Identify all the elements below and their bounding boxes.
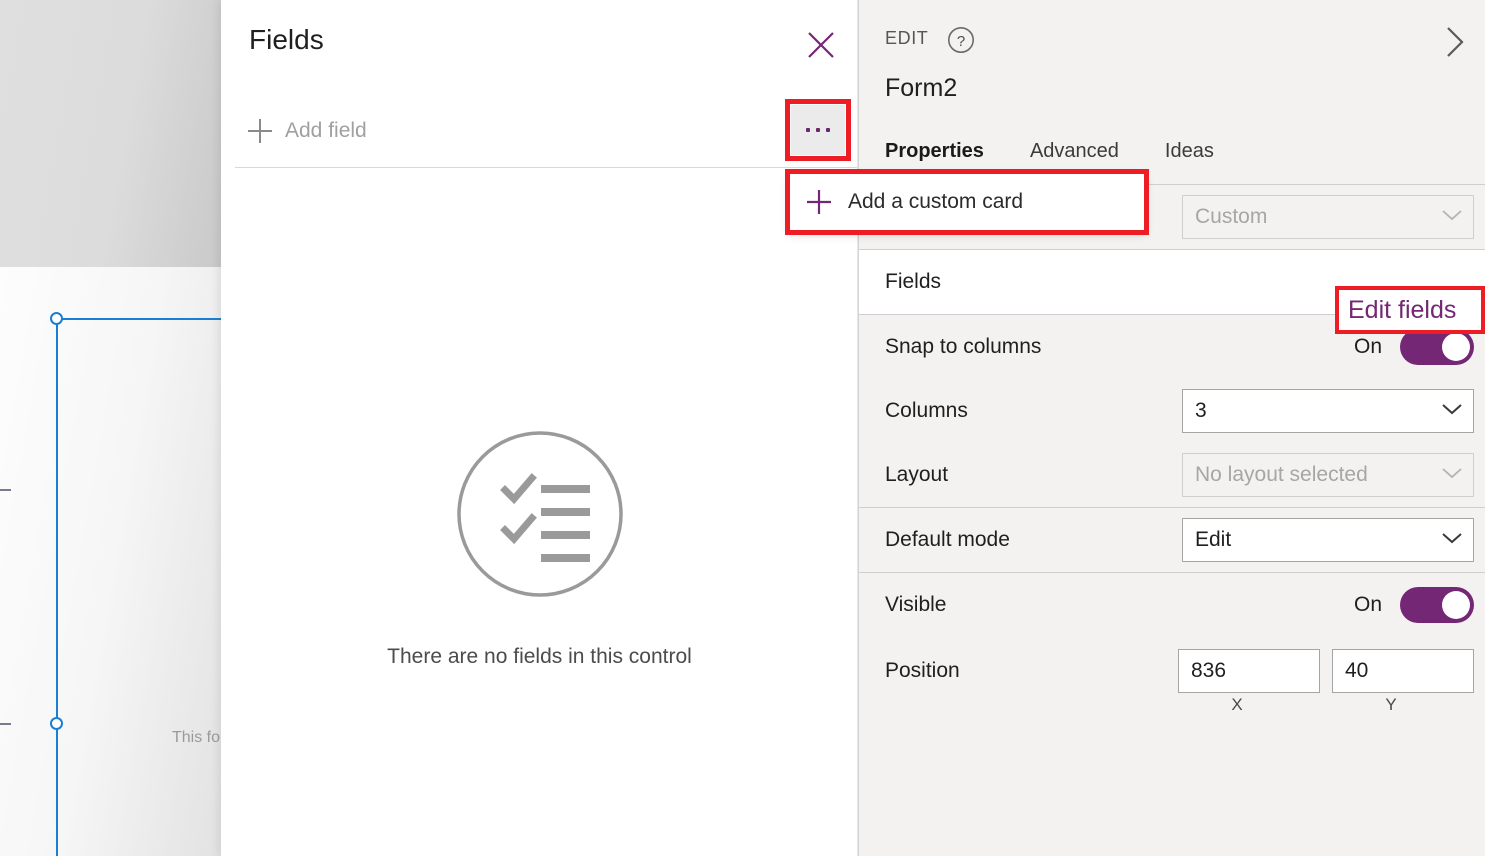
chevron-right-icon[interactable] <box>1434 22 1474 62</box>
plus-icon <box>790 187 848 217</box>
add-field-button[interactable]: Add field <box>235 104 843 158</box>
tab-properties[interactable]: Properties <box>885 140 984 169</box>
property-row-columns: Columns 3 <box>859 379 1485 443</box>
ellipsis-icon <box>816 128 820 132</box>
help-circle-icon[interactable]: ? <box>947 26 975 59</box>
layout-value: No layout selected <box>1195 463 1368 486</box>
svg-text:?: ? <box>957 33 965 50</box>
app-root: This fo Fields Add field There are no fi… <box>0 0 1485 856</box>
property-control-snap-to-columns: On <box>1354 329 1485 365</box>
position-x-input[interactable]: 836 <box>1178 649 1320 693</box>
position-x-axis-label: X <box>1231 695 1243 714</box>
fields-overflow-button[interactable] <box>791 105 845 155</box>
property-label-columns: Columns <box>885 399 968 422</box>
close-icon[interactable] <box>791 16 851 74</box>
properties-list: Data source Custom <box>859 184 1485 856</box>
property-control-data-source: Custom <box>1182 195 1485 239</box>
selection-frame-top <box>56 318 221 320</box>
plus-icon <box>235 117 285 145</box>
canvas-top-strip <box>0 0 221 267</box>
tab-ideas[interactable]: Ideas <box>1165 140 1214 169</box>
property-row-default-mode: Default mode Edit <box>859 508 1485 572</box>
property-row-position: Position 836 40 X Y <box>859 637 1485 723</box>
property-control-layout: No layout selected <box>1182 453 1485 497</box>
toggle-knob <box>1442 591 1470 619</box>
data-source-value: Custom <box>1195 205 1268 228</box>
checklist-icon <box>456 430 624 603</box>
fields-empty-state: There are no fields in this control <box>221 430 858 669</box>
default-mode-dropdown[interactable]: Edit <box>1182 518 1474 562</box>
selection-frame-left <box>56 319 58 856</box>
pane-mode-label: EDIT <box>885 28 929 48</box>
selected-control-name: Form2 <box>885 74 958 102</box>
add-field-label: Add field <box>285 119 367 142</box>
add-custom-card-menu: Add a custom card <box>790 174 1144 230</box>
visible-toggle[interactable] <box>1400 587 1474 623</box>
add-custom-card-menu-item[interactable]: Add a custom card <box>848 190 1023 214</box>
canvas-form-hint: This fo <box>172 729 221 746</box>
chevron-down-icon <box>1441 531 1463 550</box>
chevron-down-icon <box>1441 466 1463 485</box>
position-y-input[interactable]: 40 <box>1332 649 1474 693</box>
ellipsis-icon <box>806 128 810 132</box>
chevron-down-icon <box>1441 402 1463 421</box>
property-group-columns: Snap to columns On Columns 3 Layout No l… <box>859 314 1485 507</box>
toggle-knob <box>1442 333 1470 361</box>
columns-dropdown[interactable]: 3 <box>1182 389 1474 433</box>
fields-panel: Fields Add field There are no fields in … <box>221 0 858 856</box>
edit-fields-link-emphasis[interactable]: Edit fields <box>1348 296 1456 325</box>
property-control-visible: On <box>1354 587 1485 623</box>
columns-value: 3 <box>1195 399 1207 422</box>
canvas-ruler-tick <box>0 489 11 491</box>
position-y-axis-label: Y <box>1385 695 1397 714</box>
fields-panel-divider <box>235 167 857 168</box>
property-label-snap-to-columns: Snap to columns <box>885 335 1042 358</box>
properties-pane: EDIT ? Form2 Properties Advanced Ideas C… <box>858 0 1485 856</box>
fields-empty-message: There are no fields in this control <box>387 645 692 668</box>
canvas-ruler-tick <box>0 723 11 725</box>
property-group-layout-position: Visible On Position 836 40 X Y <box>859 572 1485 723</box>
property-label-visible: Visible <box>885 593 947 616</box>
property-row-layout: Layout No layout selected <box>859 443 1485 507</box>
position-axis-labels: X Y <box>1166 695 1474 715</box>
property-control-columns: 3 <box>1182 389 1485 433</box>
default-mode-value: Edit <box>1195 528 1232 551</box>
selection-handle-middle-left[interactable] <box>50 717 63 730</box>
property-label-default-mode: Default mode <box>885 528 1010 551</box>
chevron-down-icon <box>1441 208 1463 227</box>
properties-pane-header: EDIT ? Form2 <box>859 0 1485 134</box>
visible-state: On <box>1353 593 1382 616</box>
property-control-default-mode: Edit <box>1182 518 1485 562</box>
property-label-position: Position <box>885 659 960 682</box>
ellipsis-icon <box>826 128 830 132</box>
canvas-screen-surface <box>0 267 221 856</box>
property-group-default-mode: Default mode Edit <box>859 507 1485 572</box>
tab-advanced[interactable]: Advanced <box>1030 140 1119 169</box>
app-canvas: This fo <box>0 0 221 856</box>
data-source-dropdown[interactable]: Custom <box>1182 195 1474 239</box>
snap-to-columns-toggle[interactable] <box>1400 329 1474 365</box>
selection-handle-top-left[interactable] <box>50 312 63 325</box>
properties-tabs: Properties Advanced Ideas <box>859 140 1485 178</box>
snap-to-columns-state: On <box>1353 335 1382 358</box>
property-label-fields: Fields <box>885 270 942 293</box>
fields-panel-title: Fields <box>249 24 324 55</box>
layout-dropdown[interactable]: No layout selected <box>1182 453 1474 497</box>
property-label-layout: Layout <box>885 463 949 486</box>
property-control-position: 836 40 <box>1178 649 1485 693</box>
property-row-visible: Visible On <box>859 573 1485 637</box>
